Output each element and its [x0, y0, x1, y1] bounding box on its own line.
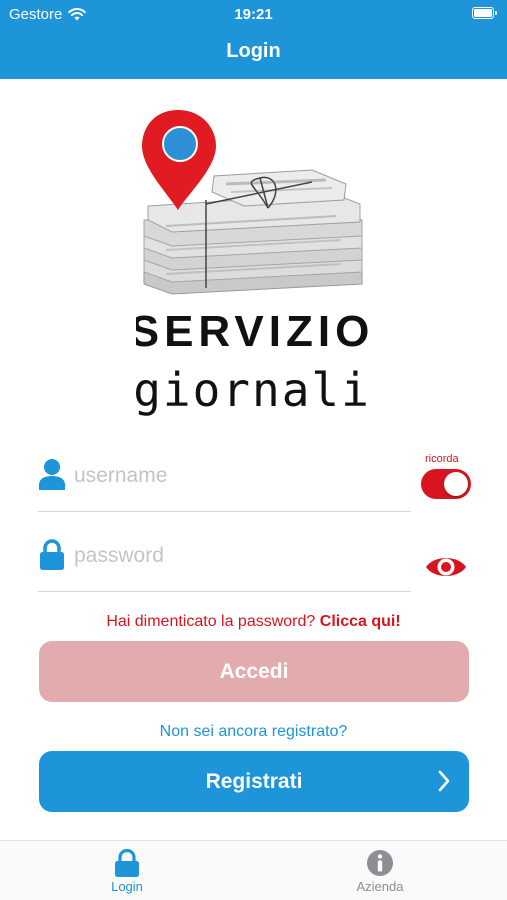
- battery-icon: [472, 7, 497, 19]
- not-registered-link[interactable]: Non sei ancora registrato?: [0, 723, 507, 741]
- user-icon: [39, 459, 65, 490]
- username-input[interactable]: [74, 460, 404, 492]
- forgot-password: Hai dimenticato la password? Clicca qui!: [0, 613, 507, 631]
- info-icon: [367, 850, 393, 876]
- password-field: [38, 532, 411, 592]
- forgot-text: Hai dimenticato la password?: [106, 613, 316, 630]
- register-button[interactable]: Registrati: [39, 751, 469, 812]
- chevron-right-icon: [438, 770, 450, 792]
- status-bar: Gestore 19:21: [0, 0, 507, 30]
- forgot-link[interactable]: Clicca qui!: [320, 613, 401, 630]
- show-password-eye-icon[interactable]: [424, 551, 468, 583]
- register-label: Registrati: [205, 769, 303, 793]
- lock-icon: [115, 849, 139, 877]
- tab-label: Azienda: [356, 879, 404, 894]
- remember-toggle[interactable]: [421, 469, 471, 499]
- password-input[interactable]: [74, 540, 404, 572]
- location-pin-icon: [142, 110, 216, 210]
- tab-azienda[interactable]: Azienda: [315, 841, 445, 900]
- page-title: Login: [226, 40, 281, 62]
- lock-icon: [40, 539, 64, 570]
- tab-bar: Login Azienda: [0, 840, 507, 900]
- servizio-giornali-logo: SERVIZIO giornali: [136, 110, 368, 417]
- nav-bar: Gestore 19:21 Login: [0, 0, 507, 79]
- toggle-knob: [444, 472, 468, 496]
- login-button[interactable]: Accedi: [39, 641, 469, 702]
- remember-label: ricorda: [425, 453, 459, 465]
- logo-subtitle: giornali: [136, 363, 368, 417]
- tab-login[interactable]: Login: [62, 841, 192, 900]
- clock: 19:21: [234, 6, 273, 23]
- username-field: [38, 452, 411, 512]
- tab-label: Login: [111, 879, 143, 894]
- logo-title: SERVIZIO: [136, 307, 368, 356]
